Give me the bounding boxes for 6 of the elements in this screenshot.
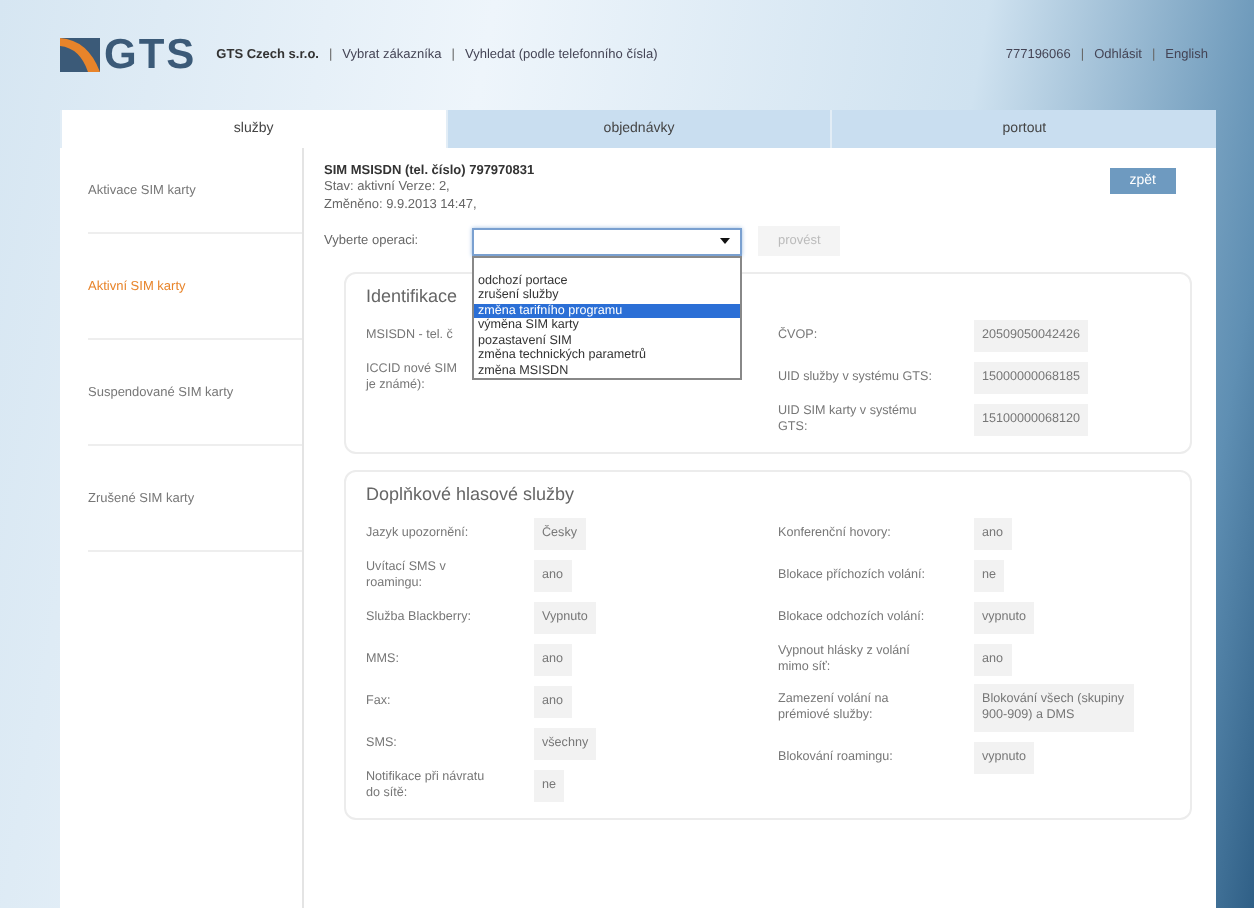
- section-title: Doplňkové hlasové služby: [366, 484, 575, 504]
- logo-mark-icon: [60, 38, 100, 72]
- logo-text: GTS: [104, 31, 197, 79]
- section-title: Identifikace: [366, 286, 458, 306]
- caret-icon: [720, 238, 730, 244]
- operation-select[interactable]: [472, 227, 742, 255]
